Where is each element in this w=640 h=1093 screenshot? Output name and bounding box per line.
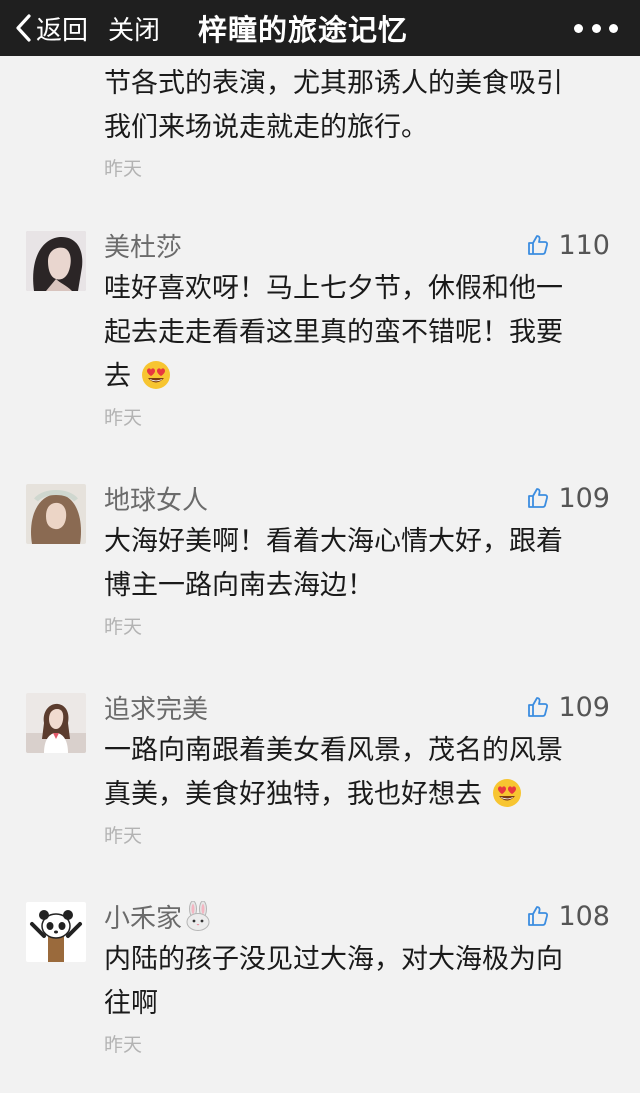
comment-line-wrap: 真美，美食好独特，我也好想去 (104, 773, 610, 817)
avatar[interactable] (26, 484, 86, 544)
comment-item: 追求完美 109 一路向南跟着美女看风景，茂名的风景 真美，美食好独特，我也好想… (0, 685, 640, 848)
comment-line: 一路向南跟着美女看风景，茂名的风景 (104, 735, 563, 766)
comment-line: 往啊 (104, 988, 158, 1019)
comment-line: 哇好喜欢呀！马上七夕节，休假和他一 (104, 273, 563, 304)
comment-time: 昨天 (104, 616, 143, 638)
dot-icon (574, 23, 583, 33)
avatar[interactable] (26, 693, 86, 753)
avatar[interactable] (26, 231, 86, 291)
close-button[interactable]: 关闭 (108, 10, 160, 47)
comment-text: 大海好美啊！看着大海心情大好，跟着 博主一路向南去海边！ (104, 520, 610, 608)
like-count: 109 (558, 482, 610, 514)
comment-time: 昨天 (104, 407, 143, 429)
comment-line: 内陆的孩子没见过大海，对大海极为向 (104, 944, 563, 975)
comment-line: 真美，美食好独特，我也好想去 (104, 779, 482, 810)
commenter-name[interactable]: 美杜莎 (104, 227, 182, 264)
comment-line: 去 (104, 361, 131, 392)
like-button[interactable]: 110 (526, 230, 610, 261)
comment-line: 起去走走看看这里真的蛮不错呢！我要 (104, 317, 563, 348)
dot-icon (609, 23, 618, 33)
more-options-button[interactable] (574, 16, 618, 40)
comment-time: 昨天 (104, 158, 143, 180)
like-button[interactable]: 108 (526, 901, 610, 932)
rabbit-face-emoji-icon (186, 901, 210, 931)
commenter-name[interactable]: 地球女人 (104, 480, 208, 517)
comment-item: 美杜莎 110 哇好喜欢呀！马上七夕节，休假和他一 起去走走看看这里真的蛮不错呢… (0, 223, 640, 430)
comment-item: 地球女人 109 大海好美啊！看着大海心情大好，跟着 博主一路向南去海边！ 昨天 (0, 476, 640, 639)
thumbs-up-icon (528, 697, 549, 717)
like-count: 108 (558, 900, 610, 932)
thumbs-up-icon (528, 235, 549, 255)
comment-time: 昨天 (104, 825, 143, 847)
back-label: 返回 (36, 15, 89, 46)
heart-eyes-emoji-icon (492, 779, 521, 807)
comment-text: 节各式的表演，尤其那诱人的美食吸引 我们来场说走就走的旅行。 (104, 62, 610, 150)
like-count: 109 (558, 691, 610, 723)
back-button[interactable]: 返回 (14, 10, 88, 47)
comment-line: 我们来场说走就走的旅行。 (104, 112, 428, 143)
chevron-left-icon (16, 14, 31, 42)
commenter-name[interactable]: 追求完美 (104, 689, 208, 726)
like-button[interactable]: 109 (526, 692, 610, 723)
commenter-name[interactable]: 小禾家 (104, 898, 182, 935)
dot-icon (591, 23, 601, 33)
page-title: 梓瞳的旅途记忆 (198, 13, 409, 47)
comment-header: 美杜莎 110 (104, 223, 610, 267)
avatar-image (26, 484, 86, 544)
thumbs-up-icon (528, 906, 549, 926)
comment-line: 博主一路向南去海边！ (104, 570, 374, 601)
comment-time: 昨天 (104, 1034, 143, 1056)
heart-eyes-emoji-icon (141, 361, 170, 389)
like-button[interactable]: 109 (526, 483, 610, 514)
avatar-image (26, 902, 86, 962)
like-count: 110 (558, 229, 610, 261)
comment-text: 哇好喜欢呀！马上七夕节，休假和他一 起去走走看看这里真的蛮不错呢！我要 去 (104, 267, 610, 399)
thumbs-up-icon (528, 488, 549, 508)
comment-line: 大海好美啊！看着大海心情大好，跟着 (104, 526, 563, 557)
comment-line-wrap: 去 (104, 355, 610, 399)
comment-text: 一路向南跟着美女看风景，茂名的风景 真美，美食好独特，我也好想去 (104, 729, 610, 817)
comment-header: 地球女人 109 (104, 476, 610, 520)
comment-header: 追求完美 109 (104, 685, 610, 729)
comment-list: 节各式的表演，尤其那诱人的美食吸引 我们来场说走就走的旅行。 昨天 美杜莎 11… (0, 56, 640, 1057)
comment-item-partial: 节各式的表演，尤其那诱人的美食吸引 我们来场说走就走的旅行。 昨天 (0, 56, 640, 181)
comment-header: 小禾家 108 (104, 894, 610, 938)
avatar-image (26, 693, 86, 753)
avatar-image (26, 231, 86, 291)
comment-text: 内陆的孩子没见过大海，对大海极为向 往啊 (104, 938, 610, 1026)
avatar[interactable] (26, 902, 86, 962)
comment-item: 小禾家 108 内陆的孩子没见过大海，对大海极为向 往啊 昨天 (0, 894, 640, 1057)
top-navigation-bar: 返回 关闭 梓瞳的旅途记忆 (0, 0, 640, 56)
comment-line: 节各式的表演，尤其那诱人的美食吸引 (104, 68, 563, 99)
